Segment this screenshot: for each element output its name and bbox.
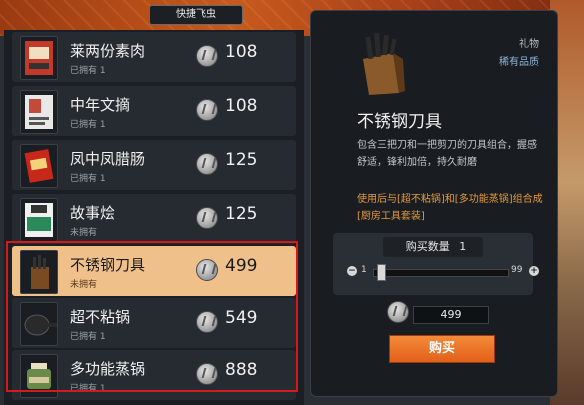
item-price: 125 <box>225 150 258 170</box>
knife-block-icon <box>353 29 413 99</box>
item-thumbnail <box>20 198 58 242</box>
item-price: 888 <box>225 360 258 380</box>
plus-button[interactable]: + <box>529 266 539 276</box>
list-item[interactable]: 中年文摘 已拥有 1 108 <box>12 86 296 136</box>
list-item[interactable]: 莱两份素肉 已拥有 1 108 <box>12 32 296 82</box>
quantity-max: 99 <box>511 265 523 275</box>
item-status: 已拥有 1 <box>70 332 106 342</box>
item-status: 已拥有 1 <box>70 174 106 184</box>
item-status: 未拥有 <box>70 228 98 238</box>
item-name: 中年文摘 <box>70 96 131 114</box>
item-thumbnail <box>20 144 58 188</box>
item-status: 未拥有 <box>70 280 98 290</box>
item-name: 超不粘锅 <box>70 308 131 326</box>
item-price: 108 <box>225 96 258 116</box>
item-thumbnail <box>20 354 58 398</box>
detail-title: 不锈钢刀具 <box>357 112 442 132</box>
item-status: 已拥有 1 <box>70 120 106 130</box>
list-item-selected[interactable]: 不锈钢刀具 未拥有 499 <box>12 246 296 296</box>
item-price: 549 <box>225 308 258 328</box>
item-price: 499 <box>225 256 258 276</box>
item-detail-panel: 礼物 稀有品质 不锈钢刀具 包含三把刀和一把剪刀的刀具组合，握感舒适，锋利加倍，… <box>310 10 558 397</box>
item-name: 多功能蒸锅 <box>70 360 146 378</box>
coin-icon <box>196 259 218 281</box>
buy-button[interactable]: 购买 <box>389 335 495 363</box>
item-name: 凤中凤腊肠 <box>70 150 146 168</box>
quantity-selector: 购买数量 1 − 1 99 + <box>333 233 539 295</box>
item-price: 108 <box>225 42 258 62</box>
quantity-label: 购买数量 1 <box>383 237 483 257</box>
quantity-value: 1 <box>459 240 467 253</box>
coin-icon <box>387 301 409 323</box>
list-item[interactable]: 故事烩 未拥有 125 <box>12 194 296 244</box>
slider-handle[interactable] <box>377 264 386 281</box>
list-item[interactable]: 凤中凤腊肠 已拥有 1 125 <box>12 140 296 190</box>
item-price: 125 <box>225 204 258 224</box>
quantity-min: 1 <box>361 265 367 275</box>
item-thumbnail <box>20 302 58 346</box>
list-item[interactable]: 超不粘锅 已拥有 1 549 <box>12 298 296 348</box>
item-thumbnail <box>20 90 58 134</box>
coin-icon <box>196 153 218 175</box>
minus-button[interactable]: − <box>347 266 357 276</box>
item-status: 已拥有 1 <box>70 384 106 394</box>
quantity-slider[interactable] <box>373 269 509 277</box>
shop-title: 快捷飞虫 <box>149 5 243 25</box>
item-thumbnail <box>20 36 58 80</box>
coin-icon <box>196 45 218 67</box>
item-name: 故事烩 <box>70 204 116 222</box>
detail-description: 包含三把刀和一把剪刀的刀具组合，握感舒适，锋利加倍，持久耐磨 <box>357 140 537 168</box>
detail-usage: 使用后与[超不粘锅]和[多功能蒸锅]组合成[厨房工具套装] <box>357 194 543 222</box>
list-item[interactable]: 多功能蒸锅 已拥有 1 888 <box>12 350 296 400</box>
item-name: 莱两份素肉 <box>70 42 146 60</box>
coin-icon <box>196 99 218 121</box>
knife-block-thumbnail <box>20 250 58 294</box>
shop-item-list[interactable]: 莱两份素肉 已拥有 1 108 中年文摘 已拥有 1 108 凤中凤腊肠 已拥有… <box>4 30 304 405</box>
item-rarity: 稀有品质 <box>499 57 539 68</box>
total-price: 499 <box>413 306 489 324</box>
coin-icon <box>196 207 218 229</box>
coin-icon <box>196 363 218 385</box>
item-status: 已拥有 1 <box>70 66 106 76</box>
item-name: 不锈钢刀具 <box>70 256 146 274</box>
coin-icon <box>196 311 218 333</box>
item-category: 礼物 <box>519 39 539 50</box>
quantity-label-text: 购买数量 <box>405 240 450 253</box>
